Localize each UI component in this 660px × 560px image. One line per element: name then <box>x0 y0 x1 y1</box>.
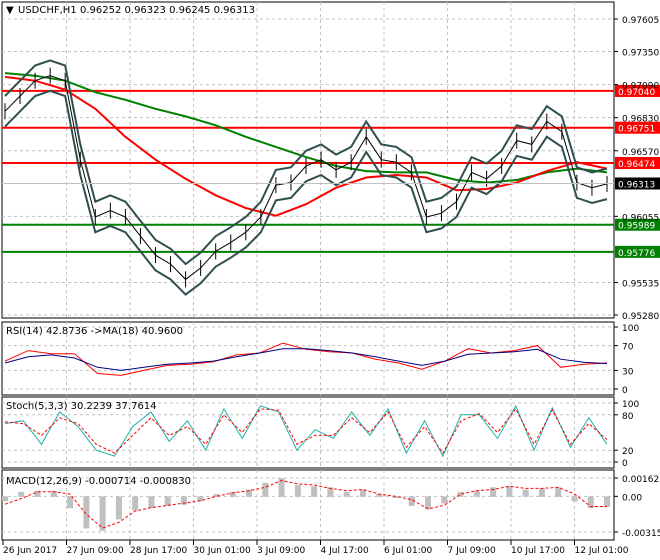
level-label: 0.95776 <box>618 249 655 259</box>
macd-histogram-bar <box>99 496 106 531</box>
macd-histogram-bar <box>538 488 545 497</box>
y-tick-label: 0.001622 <box>622 475 660 485</box>
x-tick-label: 28 Jun 17:00 <box>130 546 187 556</box>
macd-histogram-bar <box>490 487 497 497</box>
current-price-label: 0.96313 <box>618 180 655 190</box>
macd-histogram-bar <box>148 496 155 509</box>
macd-histogram-bar <box>571 496 578 502</box>
stoch-title: Stoch(5,3,3) 30.2239 37.7614 <box>6 401 157 412</box>
macd-histogram-bar <box>294 485 301 497</box>
y-tick-label: 70 <box>622 343 634 353</box>
macd-histogram-bar <box>262 482 269 497</box>
y-tick-label: 0 <box>622 459 628 469</box>
y-tick-label: 100 <box>622 400 639 410</box>
trading-chart[interactable]: 26 Jun 2017 27 Jun 09:00 28 Jun 17:00 30 Ju… <box>0 0 660 560</box>
y-tick-label: -0.003157 <box>622 529 660 539</box>
level-label: 0.96474 <box>618 160 655 170</box>
macd-histogram-bar <box>604 496 610 507</box>
rsi-ma-line <box>4 348 608 371</box>
macd-histogram-bar <box>343 491 350 497</box>
x-tick-label: 6 Jul 01:00 <box>384 546 433 556</box>
y-tick-label: 0.96830 <box>622 115 659 125</box>
macd-histogram-bar <box>555 487 562 497</box>
rsi-line <box>4 342 608 376</box>
symbol-title: USDCHF,H1 <box>18 5 77 16</box>
y-tick-label: 0 <box>622 386 628 396</box>
y-tick-label: 80 <box>622 412 634 422</box>
x-tick-label: 30 Jun 01:00 <box>194 546 251 556</box>
stoch-signal-line <box>4 407 608 455</box>
macd-histogram-bar <box>164 496 171 506</box>
rsi-title: RSI(14) 42.8736 ->MA(18) 40.9600 <box>6 326 183 337</box>
y-tick-label: 0.96570 <box>622 148 659 158</box>
macd-histogram-bar <box>359 489 366 497</box>
stoch-main-line <box>4 404 608 458</box>
y-tick-label: 20 <box>622 447 634 457</box>
x-tick-label: 12 Jul 01:00 <box>575 546 629 556</box>
ohlc-values: 0.96252 0.96323 0.96245 0.96313 <box>80 5 255 16</box>
macd-histogram-bar <box>67 496 74 509</box>
macd-histogram-bar <box>115 496 122 520</box>
x-tick-label: 26 Jun 2017 <box>3 546 57 556</box>
x-tick-label: 27 Jun 09:00 <box>67 546 124 556</box>
macd-histogram-bar <box>473 490 480 497</box>
x-tick-label: 4 Jul 17:00 <box>321 546 370 556</box>
macd-title: MACD(12,26,9) -0.000714 -0.000830 <box>6 476 191 487</box>
macd-histogram-bar <box>506 486 513 497</box>
y-tick-label: 0.95535 <box>622 280 659 290</box>
lower-band-line <box>4 89 608 296</box>
menu-triangle-icon[interactable]: ▼ <box>6 5 14 16</box>
macd-histogram-bar <box>132 496 139 511</box>
y-tick-label: 0.97605 <box>622 16 659 26</box>
x-tick-label: 3 Jul 09:00 <box>257 546 306 556</box>
y-tick-label: 0.95280 <box>622 312 659 322</box>
level-label: 0.95989 <box>618 222 655 232</box>
macd-histogram-bar <box>522 489 529 497</box>
macd-histogram-bar <box>311 486 318 497</box>
x-tick-label: 7 Jul 09:00 <box>448 546 497 556</box>
macd-histogram-bar <box>2 496 8 502</box>
level-label: 0.97040 <box>618 88 655 98</box>
y-tick-label: 0.00 <box>622 493 642 503</box>
x-tick-label: 10 Jul 17:00 <box>511 546 565 556</box>
macd-histogram-bar <box>441 496 448 504</box>
macd-signal-line <box>4 479 607 529</box>
y-tick-label: 100 <box>622 324 639 334</box>
level-label: 0.96751 <box>618 125 655 135</box>
y-tick-label: 30 <box>622 367 634 377</box>
macd-histogram-bar <box>18 491 25 497</box>
pane-frame-0 <box>1 1 615 319</box>
y-tick-label: 0.97350 <box>622 48 659 58</box>
price-line <box>4 75 608 281</box>
